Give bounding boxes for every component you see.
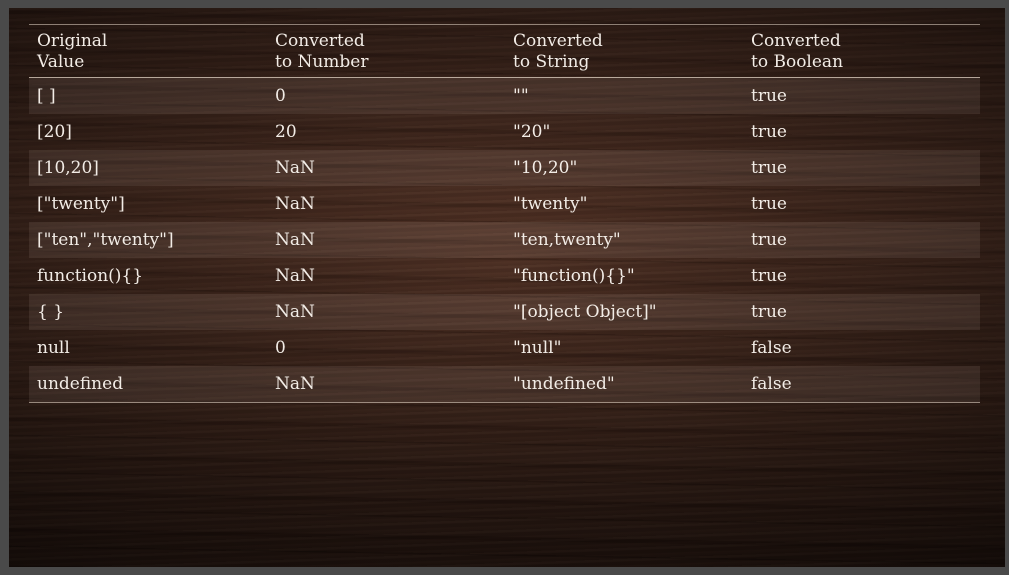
cell-boolean: true bbox=[743, 77, 980, 114]
cell-string: "undefined" bbox=[505, 366, 743, 403]
cell-original: undefined bbox=[29, 366, 267, 403]
cell-number: NaN bbox=[267, 366, 505, 403]
table-row: null 0 "null" false bbox=[29, 330, 980, 366]
cell-number: 20 bbox=[275, 122, 297, 142]
table-row: ["twenty"] NaN "twenty" true bbox=[29, 186, 980, 222]
cell-number: NaN bbox=[275, 194, 315, 214]
cell-boolean: true bbox=[751, 194, 787, 214]
header-line: Original bbox=[37, 31, 108, 51]
header-line: to Number bbox=[275, 52, 369, 72]
cell-string: "20" bbox=[513, 122, 551, 142]
header-line: Converted bbox=[513, 31, 603, 51]
cell-string: "twenty" bbox=[513, 194, 588, 214]
table-row: undefined NaN "undefined" false bbox=[29, 366, 980, 403]
slide-background: Original Value Converted to Number Convert… bbox=[9, 8, 1005, 567]
cell-string: "ten,twenty" bbox=[505, 222, 743, 258]
table-header: Original Value Converted to Number Convert… bbox=[29, 24, 980, 78]
cell-boolean: true bbox=[743, 294, 980, 330]
cell-string: "10,20" bbox=[505, 150, 743, 186]
cell-original: [10,20] bbox=[29, 150, 267, 186]
cell-boolean: true bbox=[751, 122, 787, 142]
header-line: Value bbox=[37, 52, 85, 72]
header-line: Converted bbox=[751, 31, 841, 51]
table-row: { } NaN "[object Object]" true bbox=[29, 294, 980, 330]
cell-boolean: true bbox=[751, 266, 787, 286]
table-body: [ ] 0 "" true [20] 20 "20" true [10,20] … bbox=[29, 77, 980, 403]
header-row: Original Value Converted to Number Convert… bbox=[29, 24, 980, 78]
cell-string: "[object Object]" bbox=[505, 294, 743, 330]
cell-original: ["twenty"] bbox=[37, 194, 125, 214]
table-row: function(){} NaN "function(){}" true bbox=[29, 258, 980, 294]
cell-number: NaN bbox=[275, 266, 315, 286]
cell-number: 0 bbox=[275, 338, 286, 358]
header-original-value: Original Value bbox=[29, 25, 267, 78]
cell-string: "" bbox=[505, 77, 743, 114]
cell-number: 0 bbox=[267, 77, 505, 114]
cell-original: [ ] bbox=[29, 77, 267, 114]
header-line: to Boolean bbox=[751, 52, 844, 72]
header-line: Converted bbox=[275, 31, 365, 51]
cell-string: "null" bbox=[513, 338, 562, 358]
cell-number: NaN bbox=[267, 294, 505, 330]
cell-original: null bbox=[37, 338, 70, 358]
cell-string: "function(){}" bbox=[513, 266, 635, 286]
cell-boolean: false bbox=[751, 338, 792, 358]
table-row: [20] 20 "20" true bbox=[29, 114, 980, 150]
table-row: [10,20] NaN "10,20" true bbox=[29, 150, 980, 186]
cell-number: NaN bbox=[267, 222, 505, 258]
cell-boolean: true bbox=[743, 222, 980, 258]
header-to-number: Converted to Number bbox=[267, 25, 505, 78]
header-to-string: Converted to String bbox=[505, 25, 743, 78]
table-row: ["ten","twenty"] NaN "ten,twenty" true bbox=[29, 222, 980, 258]
header-to-boolean: Converted to Boolean bbox=[743, 25, 980, 78]
cell-boolean: false bbox=[743, 366, 980, 403]
cell-original: [20] bbox=[37, 122, 72, 142]
cell-original: { } bbox=[29, 294, 267, 330]
header-line: to String bbox=[513, 52, 590, 72]
cell-original: ["ten","twenty"] bbox=[29, 222, 267, 258]
table-row: [ ] 0 "" true bbox=[29, 77, 980, 114]
cell-original: function(){} bbox=[37, 266, 144, 286]
type-conversion-table: Original Value Converted to Number Convert… bbox=[29, 24, 980, 403]
cell-number: NaN bbox=[267, 150, 505, 186]
cell-boolean: true bbox=[743, 150, 980, 186]
